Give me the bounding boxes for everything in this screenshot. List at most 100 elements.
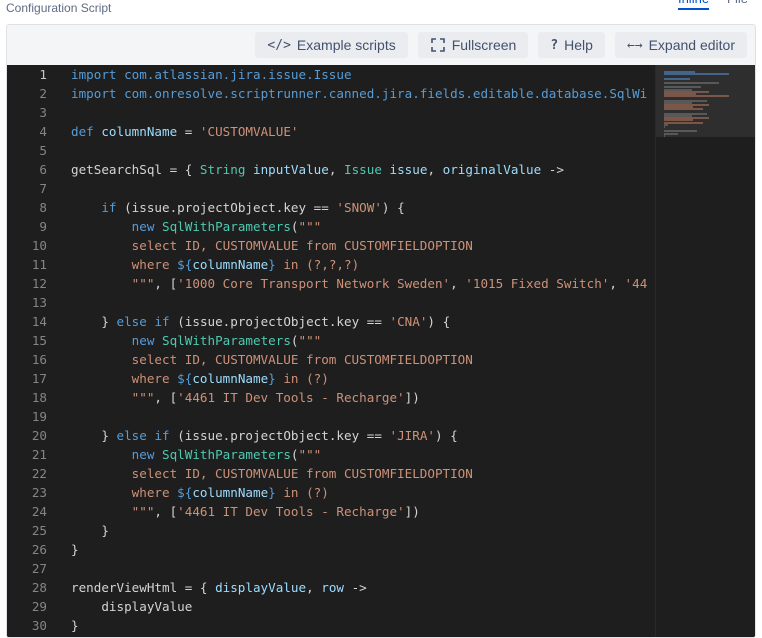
code-icon: </> bbox=[267, 37, 291, 53]
line-number: 12 bbox=[31, 276, 47, 291]
code-token: ]) bbox=[404, 504, 420, 519]
code-text: where ${columnName} in (?,?,?) bbox=[71, 255, 360, 274]
code-area[interactable]: 1 import com.atlassian.jira.issue.Issue 2 i… bbox=[7, 65, 755, 637]
code-line[interactable]: 11 where ${columnName} in (?,?,?) bbox=[7, 255, 655, 274]
line-number: 15 bbox=[31, 333, 47, 348]
code-line[interactable]: 26} bbox=[7, 540, 655, 559]
code-token: com.onresolve.scriptrunner.canned.jira.f… bbox=[124, 86, 648, 101]
code-line[interactable]: 10 select ID, CUSTOMVALUE from CUSTOMFIE… bbox=[7, 236, 655, 255]
code-line[interactable]: 3 bbox=[7, 103, 655, 122]
fullscreen-button[interactable]: Fullscreen bbox=[417, 32, 529, 58]
help-button[interactable]: ? Help bbox=[538, 32, 605, 58]
code-token: 'JIRA' bbox=[389, 428, 436, 443]
code-token: , bbox=[609, 276, 625, 291]
code-line[interactable]: 21 new SqlWithParameters(""" bbox=[7, 445, 655, 464]
code-line[interactable]: 9 new SqlWithParameters(""" bbox=[7, 217, 655, 236]
expand-editor-button[interactable]: ←→ Expand editor bbox=[614, 32, 747, 58]
line-number: 9 bbox=[39, 219, 47, 234]
code-text: } else if (issue.projectObject.key == 'J… bbox=[71, 426, 457, 445]
code-line[interactable]: 25 } bbox=[7, 521, 655, 540]
code-token: SqlWithParameters bbox=[162, 447, 291, 462]
code-token: } bbox=[71, 314, 117, 329]
code-token: import bbox=[71, 67, 117, 82]
code-token: , bbox=[306, 580, 322, 595]
code-text: import com.atlassian.jira.issue.Issue bbox=[71, 65, 352, 84]
code-token: 'CNA' bbox=[389, 314, 428, 329]
line-number: 10 bbox=[31, 238, 47, 253]
line-number: 13 bbox=[31, 295, 47, 310]
code-line[interactable]: 18 """, ['4461 IT Dev Tools - Recharge']… bbox=[7, 388, 655, 407]
code-lines[interactable]: 1 import com.atlassian.jira.issue.Issue 2 i… bbox=[7, 65, 655, 637]
code-line[interactable]: 29 displayValue bbox=[7, 597, 655, 616]
code-token: in (?) bbox=[275, 485, 329, 500]
code-token: """ bbox=[71, 390, 155, 405]
code-line[interactable]: 2 import com.onresolve.scriptrunner.canne… bbox=[7, 84, 655, 103]
code-token: inputValue bbox=[253, 162, 329, 177]
expand-editor-label: Expand editor bbox=[648, 37, 735, 53]
code-line[interactable]: 13 bbox=[7, 293, 655, 312]
code-line[interactable]: 15 new SqlWithParameters(""" bbox=[7, 331, 655, 350]
code-line[interactable]: 8 if (issue.projectObject.key == 'SNOW')… bbox=[7, 198, 655, 217]
code-token: """ bbox=[298, 333, 322, 348]
code-line[interactable]: 17 where ${columnName} in (?) bbox=[7, 369, 655, 388]
code-line[interactable]: 1 import com.atlassian.jira.issue.Issue bbox=[7, 65, 655, 84]
code-line[interactable]: 5 bbox=[7, 141, 655, 160]
code-token: import bbox=[71, 86, 117, 101]
line-number: 17 bbox=[31, 371, 47, 386]
code-line[interactable]: 4 def columnName = 'CUSTOMVALUE' bbox=[7, 122, 655, 141]
code-token: , [ bbox=[154, 504, 178, 519]
code-token: displayValue bbox=[215, 580, 307, 595]
minimap[interactable] bbox=[655, 65, 755, 637]
code-token: columnName bbox=[101, 124, 178, 139]
code-token: } bbox=[268, 371, 276, 386]
code-token: '4461 IT Dev Tools - Recharge' bbox=[177, 390, 405, 405]
line-number: 1 bbox=[39, 67, 47, 82]
tab-file[interactable]: File bbox=[727, 0, 748, 10]
fullscreen-label: Fullscreen bbox=[451, 37, 517, 53]
tab-inline[interactable]: Inline bbox=[677, 0, 710, 10]
code-token: if bbox=[154, 428, 170, 443]
code-line[interactable]: 20 } else if (issue.projectObject.key ==… bbox=[7, 426, 655, 445]
code-line[interactable]: 19 bbox=[7, 407, 655, 426]
code-line[interactable]: 14 } else if (issue.projectObject.key ==… bbox=[7, 312, 655, 331]
editor-toolbar: </> Example scripts Fullscreen ? Help ←→… bbox=[7, 25, 755, 65]
code-token: ) { bbox=[381, 200, 405, 215]
code-token: renderViewHtml = { bbox=[71, 580, 216, 595]
code-token: } bbox=[71, 523, 109, 538]
line-number: 11 bbox=[31, 257, 47, 272]
code-line[interactable]: 12 """, ['1000 Core Transport Network Sw… bbox=[7, 274, 655, 293]
code-line[interactable]: 24 """, ['4461 IT Dev Tools - Recharge']… bbox=[7, 502, 655, 521]
code-token: SqlWithParameters bbox=[162, 333, 291, 348]
line-number: 8 bbox=[39, 200, 47, 215]
code-text: getSearchSql = { String inputValue, Issu… bbox=[71, 160, 564, 179]
code-token: where bbox=[71, 371, 178, 386]
code-token: ) { bbox=[427, 314, 451, 329]
code-line[interactable]: 28 renderViewHtml = { displayValue, row -… bbox=[7, 578, 655, 597]
code-token: new bbox=[131, 333, 155, 348]
code-token: in (?,?,?) bbox=[275, 257, 360, 272]
code-token: select ID, CUSTOMVALUE from CUSTOMFIELDO… bbox=[71, 238, 473, 253]
code-line[interactable]: 27 bbox=[7, 559, 655, 578]
code-token: , bbox=[427, 162, 443, 177]
line-number: 30 bbox=[31, 618, 47, 633]
code-line[interactable]: 6 getSearchSql = { String inputValue, Iss… bbox=[7, 160, 655, 179]
minimap-line bbox=[664, 132, 678, 135]
example-scripts-button[interactable]: </> Example scripts bbox=[255, 32, 408, 58]
line-number: 19 bbox=[31, 409, 47, 424]
code-line[interactable]: 16 select ID, CUSTOMVALUE from CUSTOMFIE… bbox=[7, 350, 655, 369]
code-token: columnName bbox=[192, 257, 269, 272]
code-token: Issue bbox=[344, 162, 382, 177]
line-number: 20 bbox=[31, 428, 47, 443]
code-line[interactable]: 30} bbox=[7, 616, 655, 635]
line-number: 25 bbox=[31, 523, 47, 538]
code-token: } bbox=[268, 257, 276, 272]
code-line[interactable]: 23 where ${columnName} in (?) bbox=[7, 483, 655, 502]
code-line[interactable]: 7 bbox=[7, 179, 655, 198]
fullscreen-icon bbox=[430, 37, 446, 53]
code-line[interactable]: 22 select ID, CUSTOMVALUE from CUSTOMFIE… bbox=[7, 464, 655, 483]
